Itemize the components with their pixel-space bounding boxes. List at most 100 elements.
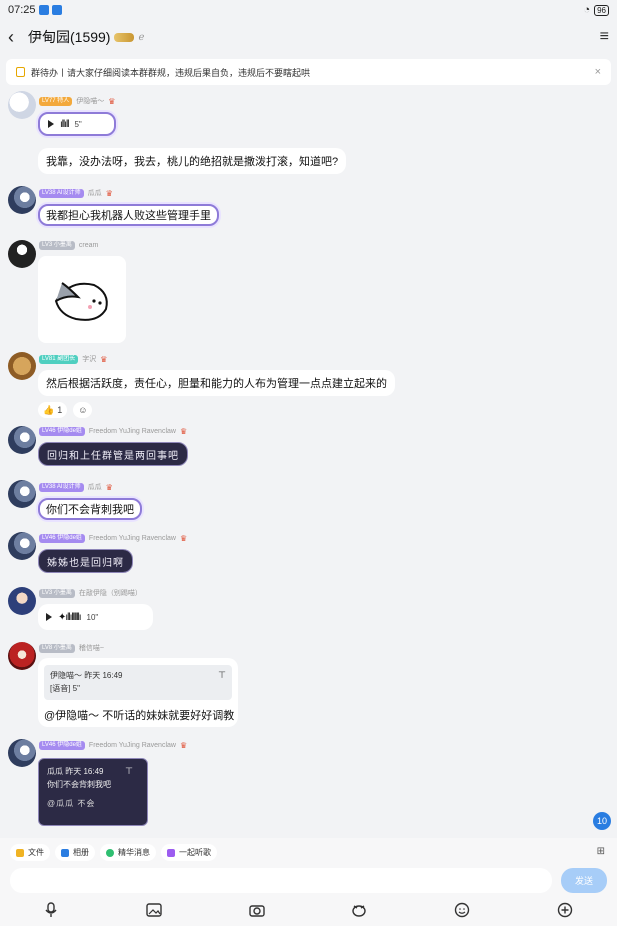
sender-name[interactable]: 稽信喵~: [79, 643, 104, 653]
quote-time: 昨天 16:49: [84, 671, 123, 680]
grid-icon[interactable]: ⊞: [597, 846, 605, 857]
avatar[interactable]: [8, 426, 36, 454]
voice-duration: 5": [74, 119, 82, 129]
avatar[interactable]: [8, 642, 36, 670]
back-icon[interactable]: ‹: [8, 27, 24, 48]
avatar[interactable]: [8, 532, 36, 560]
level-badge: LV8 小墨离: [39, 643, 75, 653]
chat-message: LV46 伊隐de姐 Freedom YuJing Ravenclaw ♛ 瓜瓜…: [0, 738, 617, 830]
quote-content: 你们不会背刺我吧: [47, 780, 111, 789]
chat-message: LV3 小墨离 cream: [0, 238, 617, 346]
group-badge-icon: [114, 32, 135, 42]
notice-text: 群待办丨请大家仔细阅读本群群规，违规后果自负，违规后不要瞎起哄: [31, 67, 311, 78]
level-badge: LV77 特人: [39, 96, 73, 106]
sender-name[interactable]: 字沢: [82, 354, 96, 364]
wifi-icon: ◔: [583, 4, 591, 16]
quick-file-button[interactable]: 文件: [10, 844, 50, 861]
quick-essence-button[interactable]: 精华消息: [100, 844, 156, 861]
chip-label: 文件: [28, 848, 44, 857]
voice-message[interactable]: ıllıll 5": [38, 112, 116, 136]
chat-message: LV8 小墨离 稽信喵~ 伊隐喵～ 昨天 16:49 [语音] 5" ⊤ @伊隐…: [0, 640, 617, 730]
play-icon[interactable]: [48, 120, 54, 128]
message-bubble[interactable]: 你们不会背刺我吧: [38, 498, 142, 520]
avatar[interactable]: [8, 739, 36, 767]
quoted-message[interactable]: 伊隐喵～ 昨天 16:49 [语音] 5" ⊤: [44, 665, 232, 700]
message-bubble[interactable]: 伊隐喵～ 昨天 16:49 [语音] 5" ⊤ @伊隐喵～ 不听话的妹妹就要好好…: [38, 658, 238, 727]
menu-icon[interactable]: ≡: [600, 28, 609, 46]
image-icon[interactable]: [142, 898, 166, 922]
microphone-icon[interactable]: [39, 898, 63, 922]
avatar[interactable]: [8, 91, 36, 119]
play-icon[interactable]: [46, 613, 52, 621]
message-bubble[interactable]: 我靠，没办法呀，我去，桃儿的绝招就是撒泼打滚，知道吧?: [38, 148, 347, 174]
fish-sticker[interactable]: [38, 256, 126, 343]
sender-name[interactable]: 瓜瓜: [88, 482, 102, 492]
ear-icon[interactable]: ℯ: [138, 32, 144, 43]
add-reaction-button[interactable]: ☺: [73, 402, 93, 418]
message-text: 你们不会背刺我吧: [46, 504, 134, 516]
add-emoji-icon: ☺: [78, 405, 88, 415]
avatar[interactable]: [8, 480, 36, 508]
todo-icon: [16, 67, 25, 77]
message-bubble[interactable]: 我都担心我机器人败这些管理手里: [38, 204, 219, 226]
notification-icon: [51, 5, 62, 15]
plus-icon[interactable]: [553, 898, 577, 922]
voice-message[interactable]: ✦ıllıllllllı 10": [38, 604, 153, 630]
chat-message: LV38 AI设计师 瓜瓜 ♛ 你们不会背刺我吧: [0, 479, 617, 527]
chat-message: LV81 副团长 字沢 ♛ 然后根据活跃度，责任心，胆量和能力的人布为管理一点点…: [0, 351, 617, 421]
waveform-icon: ıllıll: [60, 118, 70, 130]
sender-name[interactable]: Freedom YuJing Ravenclaw: [89, 428, 176, 435]
chat-message: LV46 伊隐de姐 Freedom YuJing Ravenclaw ♛ 回归…: [0, 424, 617, 472]
quick-music-button[interactable]: 一起听歌: [161, 844, 217, 861]
chat-message: LV38 AI设计师 瓜瓜 ♛ 我都担心我机器人败这些管理手里: [0, 184, 617, 232]
status-bar: 07:25 ◔ 96: [0, 0, 617, 20]
send-button[interactable]: 发送: [561, 868, 607, 893]
sender-name[interactable]: 在敲伊隐（别踢喵）: [79, 588, 142, 598]
level-badge: LV38 AI设计师: [39, 482, 84, 492]
sender-name[interactable]: 瓜瓜: [88, 188, 102, 198]
message-bubble[interactable]: 回归和上任群管是两回事吧: [38, 442, 188, 466]
group-notice[interactable]: 群待办丨请大家仔细阅读本群群规，违规后果自负，违规后不要瞎起哄 ×: [6, 59, 611, 85]
message-bubble[interactable]: 瓜瓜 昨天 16:49 你们不会背刺我吧 ⊤ @瓜瓜 不会: [38, 758, 148, 826]
sender-name[interactable]: cream: [79, 242, 98, 249]
message-text: @伊隐喵～ 不听话的妹妹就要好好调教: [44, 710, 235, 722]
level-badge: LV46 伊隐de姐: [39, 427, 85, 436]
title-icon: ♛: [105, 482, 113, 492]
message-text: 回归和上任群管是两回事吧: [47, 450, 179, 462]
avatar[interactable]: [8, 587, 36, 615]
sender-name[interactable]: Freedom YuJing Ravenclaw: [89, 535, 176, 542]
chat-header: ‹ 伊甸园(1599) ℯ ≡: [0, 24, 617, 50]
jump-to-icon[interactable]: ⊤: [218, 669, 226, 682]
message-text: 然后根据活跃度，责任心，胆量和能力的人布为管理一点点建立起来的: [46, 378, 387, 390]
jump-to-icon[interactable]: ⊤: [125, 765, 133, 778]
chip-label: 精华消息: [118, 848, 150, 857]
thumbs-up-icon: 👍: [43, 404, 55, 415]
chat-message: LV3 小墨离 在敲伊隐（别踢喵） ✦ıllıllllllı 10": [0, 585, 617, 633]
emoji-icon[interactable]: [450, 898, 474, 922]
message-bubble[interactable]: 姊姊也是回归啊: [38, 549, 133, 573]
sender-name[interactable]: Freedom YuJing Ravenclaw: [89, 742, 176, 749]
sender-name[interactable]: 伊隐喵～: [76, 96, 104, 106]
avatar[interactable]: [8, 186, 36, 214]
close-icon[interactable]: ×: [595, 66, 601, 78]
quote-time: 昨天 16:49: [65, 767, 104, 776]
red-packet-icon[interactable]: [347, 898, 371, 922]
folder-icon: [16, 848, 24, 857]
avatar[interactable]: [8, 240, 36, 268]
status-time: 07:25: [8, 4, 36, 16]
camera-icon[interactable]: [245, 898, 269, 922]
group-title[interactable]: 伊甸园(1599): [28, 27, 110, 47]
voice-duration: 10": [86, 612, 99, 622]
avatar[interactable]: [8, 352, 36, 380]
message-bubble[interactable]: 然后根据活跃度，责任心，胆量和能力的人布为管理一点点建立起来的: [38, 370, 395, 396]
reaction-thumbs-up[interactable]: 👍 1: [38, 402, 68, 418]
title-icon: ♛: [100, 354, 108, 364]
fish-icon: [54, 281, 108, 321]
unread-count-badge[interactable]: 10: [593, 812, 611, 830]
reaction-count: 1: [57, 405, 63, 415]
chat-message: LV46 伊隐de姐 Freedom YuJing Ravenclaw ♛ 姊姊…: [0, 531, 617, 579]
quote-author: 瓜瓜: [47, 767, 63, 776]
message-input[interactable]: [10, 868, 552, 893]
quick-album-button[interactable]: 相册: [55, 844, 95, 861]
title-icon: ♛: [179, 534, 188, 543]
